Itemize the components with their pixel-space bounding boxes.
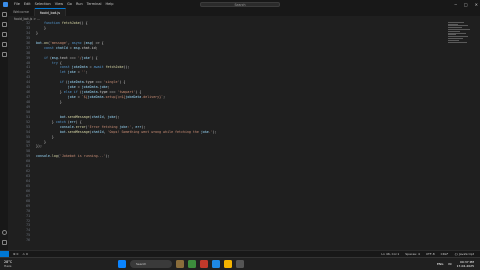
menu-go[interactable]: Go xyxy=(67,0,72,8)
menu-selection[interactable]: Selection xyxy=(35,0,51,8)
code-line[interactable]: bot.sendMessage(chatId, 'Oops! Something… xyxy=(36,130,217,135)
editor-tabs: Welcome fooid_bot.js xyxy=(8,8,480,16)
errors-count[interactable]: ⊗ 0 xyxy=(13,252,18,256)
line-ending[interactable]: CRLF xyxy=(441,252,449,256)
clock-date: 17-02-2025 xyxy=(456,264,474,268)
extensions-icon[interactable] xyxy=(1,52,7,57)
menu-edit[interactable]: Edit xyxy=(24,0,31,8)
minimize-button[interactable]: ─ xyxy=(454,2,456,7)
window-controls: ─ □ ✕ xyxy=(454,0,478,8)
status-bar: ⊗ 0 ⚠ 0 Ln 46, Col 1 Spaces: 4 UTF-8 CRL… xyxy=(0,250,480,258)
warnings-count[interactable]: ⚠ 0 xyxy=(22,252,28,256)
menu-view[interactable]: View xyxy=(55,0,63,8)
search-icon[interactable] xyxy=(1,22,7,27)
code-editor[interactable]: 32 33 34 35 36 37 38 39 40 41 42 43 44 45 46 47 48 49 50 51… xyxy=(8,21,448,250)
activity-bar xyxy=(0,8,8,250)
file-explorer-icon[interactable] xyxy=(176,260,184,268)
start-button-icon[interactable] xyxy=(118,260,126,268)
tab-fooid-bot[interactable]: fooid_bot.js xyxy=(35,8,67,16)
windows-taskbar: 28°C Haze Search ENG IN 09:37 PM 17-02-2… xyxy=(0,257,480,270)
menu-run[interactable]: Run xyxy=(76,0,83,8)
cursor-position[interactable]: Ln 46, Col 1 xyxy=(381,252,399,256)
language-indicator[interactable]: ENG xyxy=(437,262,443,266)
source-control-icon[interactable] xyxy=(1,32,7,37)
clock[interactable]: 09:37 PM 17-02-2025 xyxy=(457,260,474,268)
code-content[interactable]: function fetchJoke() { }} bot.on('message… xyxy=(36,21,217,164)
weather-condition: Haze xyxy=(4,264,12,268)
language-mode[interactable]: {} JavaScript xyxy=(454,252,474,256)
taskbar-search[interactable]: Search xyxy=(130,260,172,268)
vscode-taskbar-icon[interactable] xyxy=(212,260,220,268)
menu-help[interactable]: Help xyxy=(105,0,113,8)
maximize-button[interactable]: □ xyxy=(464,2,468,7)
command-center-search[interactable]: Search xyxy=(200,1,280,7)
account-icon[interactable] xyxy=(1,230,7,235)
title-bar: File Edit Selection View Go Run Terminal… xyxy=(0,0,480,8)
menu-file[interactable]: File xyxy=(14,0,20,8)
chrome-icon[interactable] xyxy=(224,260,232,268)
vscode-window: File Edit Selection View Go Run Terminal… xyxy=(0,0,480,258)
run-debug-icon[interactable] xyxy=(1,42,7,47)
code-line[interactable] xyxy=(36,159,217,164)
line-number: 76 xyxy=(26,238,30,243)
minimap[interactable] xyxy=(448,21,472,81)
indentation[interactable]: Spaces: 4 xyxy=(405,252,420,256)
terminal-icon[interactable] xyxy=(236,260,244,268)
line-number-gutter: 32 33 34 35 36 37 38 39 40 41 42 43 44 45 46 47 48 49 50 51… xyxy=(16,21,30,243)
close-button[interactable]: ✕ xyxy=(475,2,478,7)
settings-gear-icon[interactable] xyxy=(1,240,7,245)
edge-browser-icon[interactable] xyxy=(188,260,196,268)
encoding[interactable]: UTF-8 xyxy=(426,252,435,256)
menu-terminal[interactable]: Terminal xyxy=(87,0,102,8)
tab-welcome[interactable]: Welcome xyxy=(8,8,36,16)
weather-widget[interactable]: 28°C Haze xyxy=(4,260,12,268)
menu-bar: File Edit Selection View Go Run Terminal… xyxy=(14,0,113,8)
region-indicator[interactable]: IN xyxy=(448,262,451,266)
app-icon[interactable] xyxy=(200,260,208,268)
explorer-icon[interactable] xyxy=(1,12,7,17)
system-tray: ENG IN 09:37 PM 17-02-2025 xyxy=(437,260,474,268)
vscode-logo-icon xyxy=(3,1,8,7)
taskbar-apps: Search xyxy=(118,260,244,268)
